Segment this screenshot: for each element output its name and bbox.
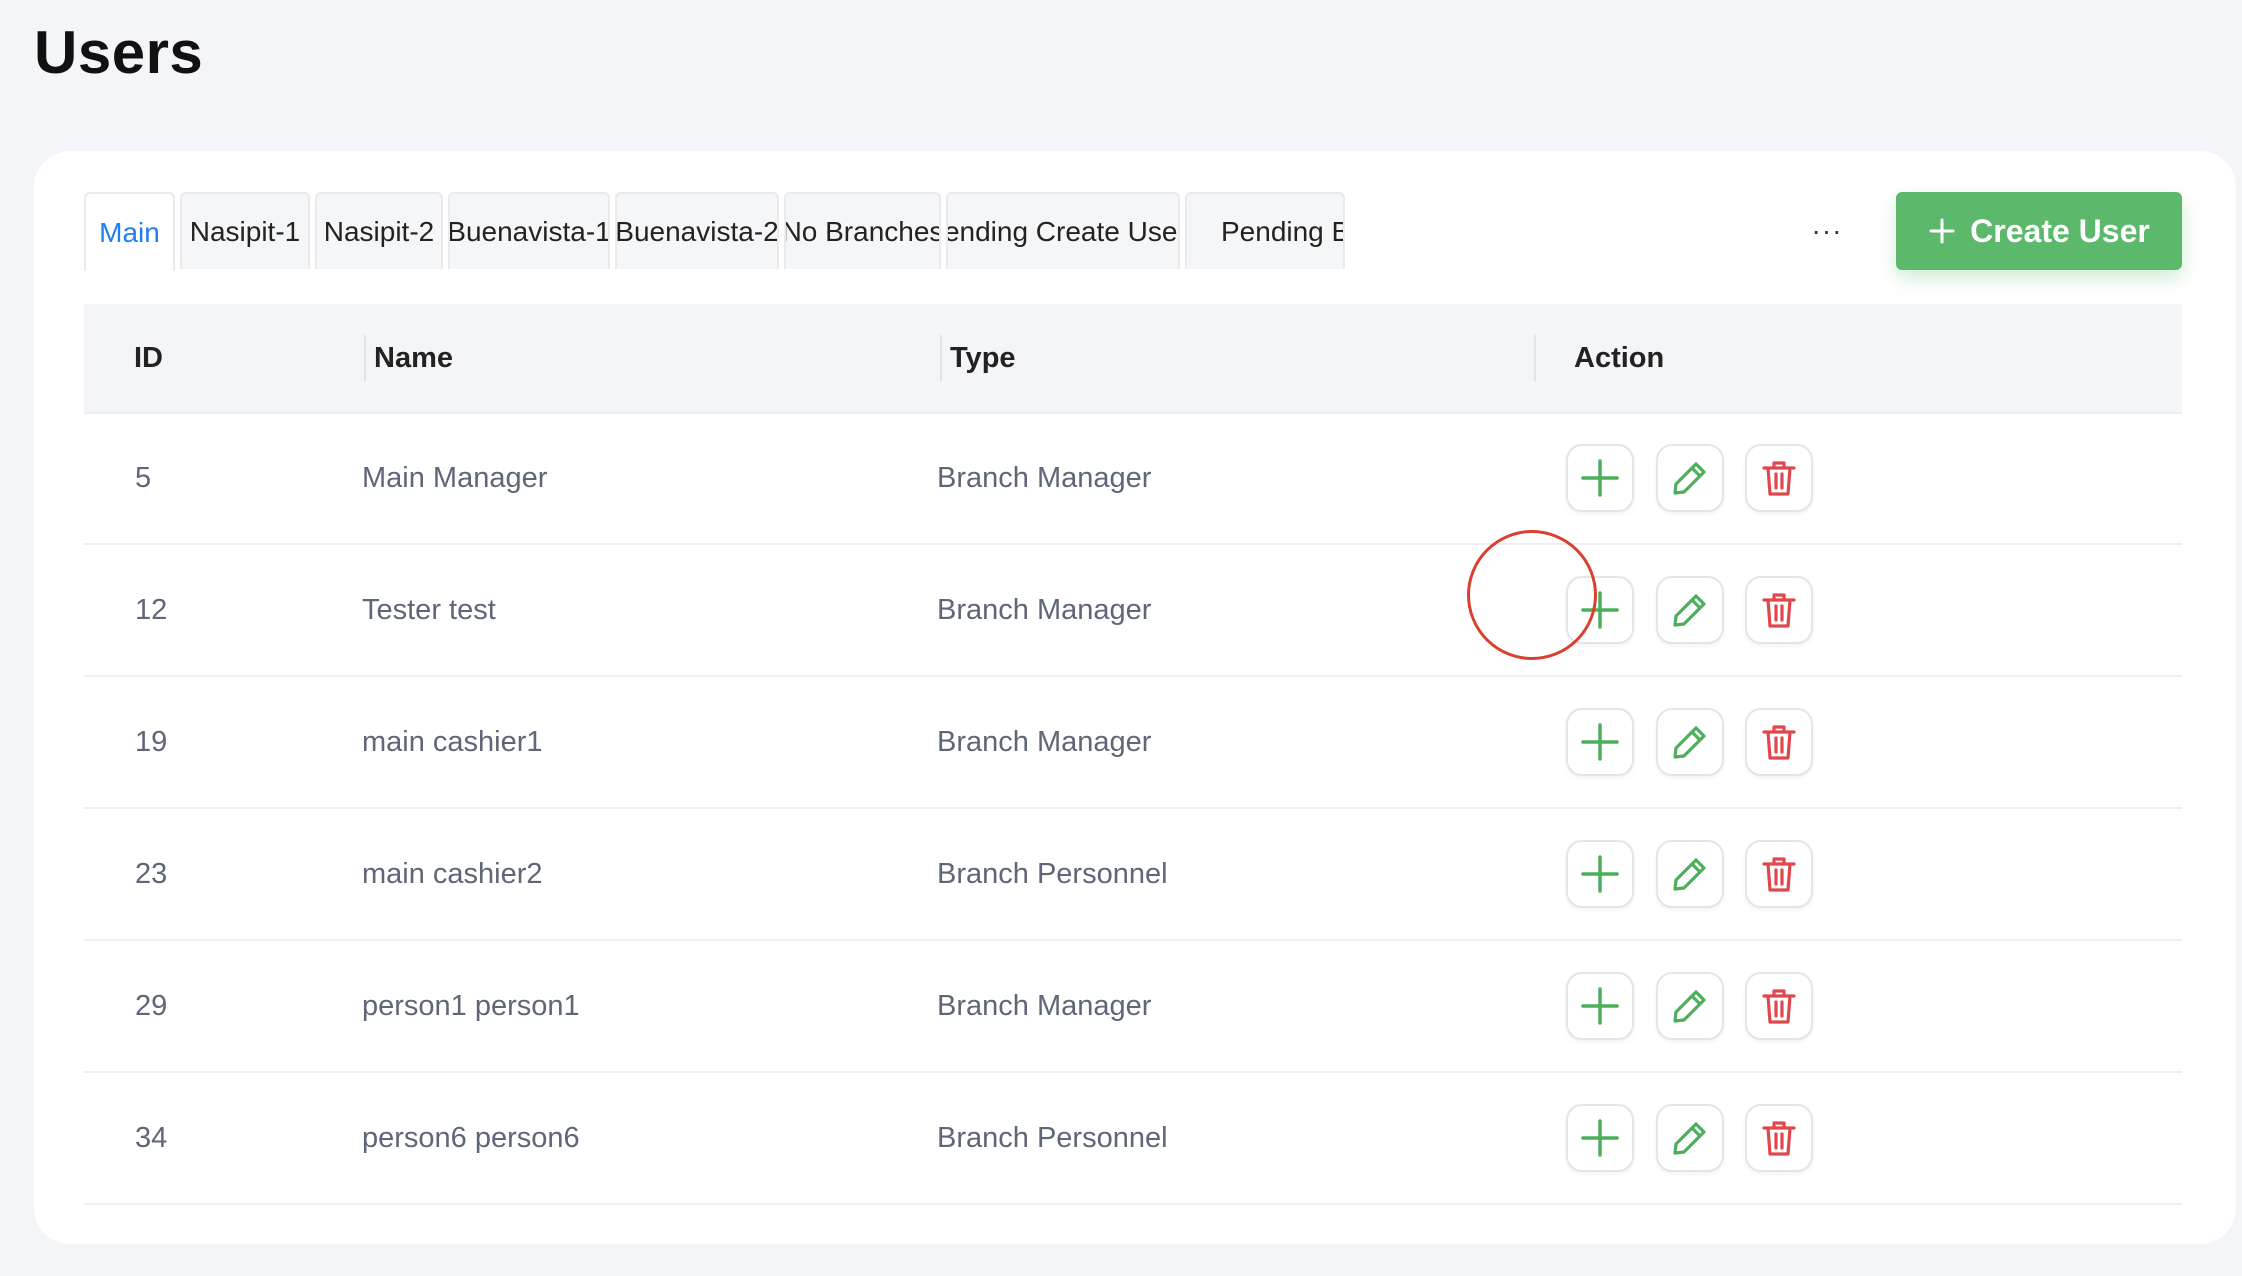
add-button[interactable] — [1566, 1104, 1634, 1172]
user-type: Branch Manager — [937, 989, 1152, 1022]
user-name: person6 person6 — [362, 1121, 580, 1154]
plus-icon — [1581, 723, 1619, 761]
branch-tabs: Main Nasipit-1 Nasipit-2 Buenavista-1 Bu… — [84, 192, 1837, 271]
plus-icon — [1581, 1119, 1619, 1157]
user-id: 19 — [135, 725, 168, 758]
column-divider — [1534, 335, 1536, 381]
edit-button[interactable] — [1656, 444, 1724, 512]
column-header-type[interactable]: Type — [950, 304, 1016, 412]
trash-icon — [1762, 461, 1796, 496]
user-type: Branch Manager — [937, 725, 1152, 758]
add-button[interactable] — [1566, 444, 1634, 512]
table-row: 12 Tester test Branch Manager — [84, 545, 2182, 677]
tab-buenavista-1[interactable]: Buenavista-1 — [448, 192, 610, 269]
delete-button[interactable] — [1745, 708, 1813, 776]
delete-button[interactable] — [1745, 840, 1813, 908]
edit-button[interactable] — [1656, 708, 1724, 776]
table-row: 23 main cashier2 Branch Personnel — [84, 809, 2182, 941]
tab-pending-b[interactable]: Pending B — [1185, 192, 1345, 269]
trash-icon — [1762, 1121, 1796, 1156]
column-divider — [940, 335, 942, 381]
column-header-id[interactable]: ID — [134, 304, 163, 412]
user-type: Branch Personnel — [937, 1121, 1168, 1154]
trash-icon — [1762, 725, 1796, 760]
user-id: 29 — [135, 989, 168, 1022]
pencil-icon — [1673, 1122, 1706, 1155]
column-header-action: Action — [1574, 341, 1665, 374]
tab-pending-create-users[interactable]: Pending Create Users — [946, 192, 1180, 269]
tab-buenavista-2[interactable]: Buenavista-2 — [615, 192, 779, 269]
delete-button[interactable] — [1745, 576, 1813, 644]
user-type: Branch Personnel — [937, 857, 1168, 890]
trash-icon — [1762, 593, 1796, 628]
user-type: Branch Manager — [937, 593, 1152, 626]
create-user-label: Create User — [1970, 212, 2150, 249]
pencil-icon — [1673, 726, 1706, 759]
edit-button[interactable] — [1656, 1104, 1724, 1172]
user-id: 23 — [135, 857, 168, 890]
tab-main[interactable]: Main — [84, 192, 175, 271]
pencil-icon — [1673, 594, 1706, 627]
create-user-button[interactable]: Create User — [1896, 192, 2182, 270]
plus-icon — [1929, 218, 1955, 244]
trash-icon — [1762, 857, 1796, 892]
tabs-overflow-button[interactable]: ··· — [1796, 192, 1858, 269]
edit-button[interactable] — [1656, 972, 1724, 1040]
edit-button[interactable] — [1656, 576, 1724, 644]
pencil-icon — [1673, 858, 1706, 891]
users-table-body: 5 Main Manager Branch Manager 12 Tester … — [84, 413, 2182, 1205]
users-card: Main Nasipit-1 Nasipit-2 Buenavista-1 Bu… — [34, 151, 2236, 1244]
user-name: person1 person1 — [362, 989, 580, 1022]
user-name: main cashier2 — [362, 857, 543, 890]
add-button[interactable] — [1566, 972, 1634, 1040]
delete-button[interactable] — [1745, 1104, 1813, 1172]
table-row: 5 Main Manager Branch Manager — [84, 413, 2182, 545]
table-row: 29 person1 person1 Branch Manager — [84, 941, 2182, 1073]
user-name: Main Manager — [362, 461, 548, 494]
plus-icon — [1581, 987, 1619, 1025]
table-header: ID Name Type Action — [84, 304, 2182, 414]
user-name: Tester test — [362, 593, 496, 626]
tab-nasipit-2[interactable]: Nasipit-2 — [315, 192, 443, 269]
edit-button[interactable] — [1656, 840, 1724, 908]
user-name: main cashier1 — [362, 725, 543, 758]
pencil-icon — [1673, 990, 1706, 1023]
table-row: 34 person6 person6 Branch Personnel — [84, 1073, 2182, 1205]
user-id: 5 — [135, 461, 152, 494]
plus-icon — [1581, 591, 1619, 629]
plus-icon — [1581, 459, 1619, 497]
user-id: 34 — [135, 1121, 168, 1154]
trash-icon — [1762, 989, 1796, 1024]
tab-no-branches[interactable]: No Branches — [784, 192, 941, 269]
plus-icon — [1581, 855, 1619, 893]
add-button[interactable] — [1566, 708, 1634, 776]
add-button[interactable] — [1566, 576, 1634, 644]
table-row: 19 main cashier1 Branch Manager — [84, 677, 2182, 809]
tab-nasipit-1[interactable]: Nasipit-1 — [180, 192, 310, 269]
page-title: Users — [34, 19, 204, 86]
column-header-name[interactable]: Name — [374, 304, 453, 412]
pencil-icon — [1673, 462, 1706, 495]
delete-button[interactable] — [1745, 444, 1813, 512]
column-divider — [364, 335, 366, 381]
user-id: 12 — [135, 593, 168, 626]
delete-button[interactable] — [1745, 972, 1813, 1040]
add-button[interactable] — [1566, 840, 1634, 908]
user-type: Branch Manager — [937, 461, 1152, 494]
